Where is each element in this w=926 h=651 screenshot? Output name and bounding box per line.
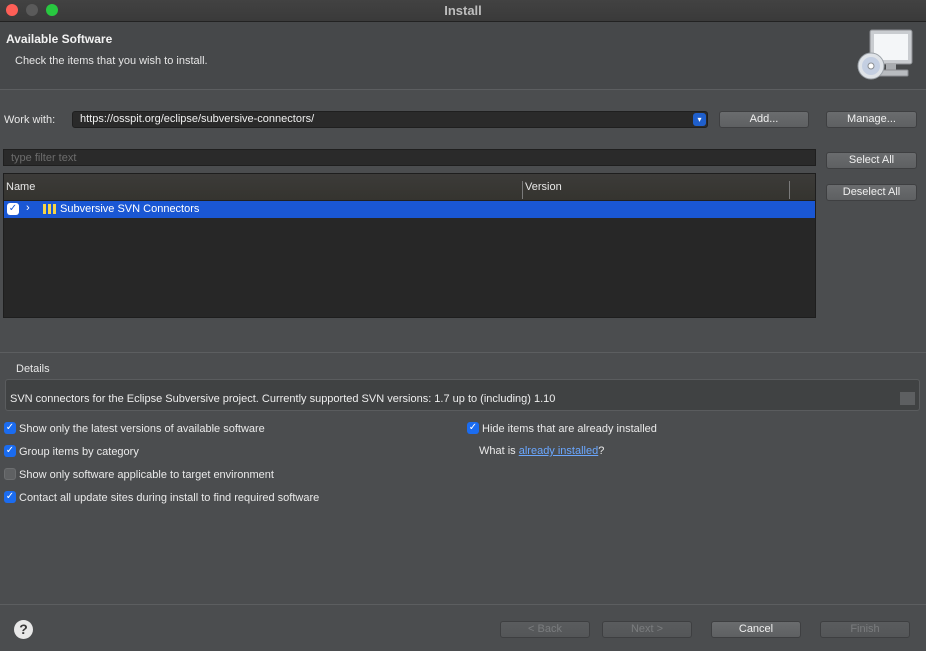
hide-installed-label: Hide items that are already installed xyxy=(482,423,657,435)
category-icon xyxy=(43,204,56,214)
footer-divider xyxy=(0,604,926,605)
latest-versions-label: Show only the latest versions of availab… xyxy=(19,423,265,435)
details-scrollbar[interactable] xyxy=(900,392,915,405)
software-table[interactable]: Name Version ✓ › Subversive SVN Connecto… xyxy=(3,173,816,318)
work-with-label: Work with: xyxy=(4,114,56,126)
column-header-name[interactable]: Name xyxy=(6,181,35,193)
section-divider xyxy=(0,352,926,353)
title-bar: Install xyxy=(0,0,926,22)
what-is-suffix: ? xyxy=(598,445,605,457)
back-button[interactable]: < Back xyxy=(500,621,590,638)
finish-button[interactable]: Finish xyxy=(820,621,910,638)
details-label: Details xyxy=(16,363,50,375)
page-title: Available Software xyxy=(6,32,113,46)
window-title: Install xyxy=(444,3,482,18)
filter-input[interactable] xyxy=(3,149,816,166)
row-checkbox[interactable]: ✓ xyxy=(7,203,19,215)
table-row[interactable]: ✓ › Subversive SVN Connectors xyxy=(4,201,815,218)
page-subtitle: Check the items that you wish to install… xyxy=(15,55,208,67)
what-is-installed-text: What is already installed? xyxy=(479,445,604,457)
column-header-version[interactable]: Version xyxy=(525,181,562,193)
add-button[interactable]: Add... xyxy=(719,111,809,128)
details-text: SVN connectors for the Eclipse Subversiv… xyxy=(10,393,556,405)
what-is-prefix: What is xyxy=(479,445,519,457)
column-separator[interactable] xyxy=(789,181,790,199)
chevron-right-icon[interactable]: › xyxy=(26,202,30,214)
next-button[interactable]: Next > xyxy=(602,621,692,638)
cancel-button[interactable]: Cancel xyxy=(711,621,801,638)
contact-sites-label: Contact all update sites during install … xyxy=(19,492,320,504)
select-all-button[interactable]: Select All xyxy=(826,152,917,169)
hide-installed-checkbox[interactable]: ✓ xyxy=(467,422,479,434)
target-env-label: Show only software applicable to target … xyxy=(19,469,274,481)
table-header: Name Version xyxy=(4,174,815,201)
work-with-value: https://osspit.org/eclipse/subversive-co… xyxy=(80,113,315,125)
wizard-banner: Available Software Check the items that … xyxy=(0,22,926,90)
target-env-checkbox[interactable] xyxy=(4,468,16,480)
contact-sites-checkbox[interactable]: ✓ xyxy=(4,491,16,503)
install-cd-monitor-icon xyxy=(857,29,913,80)
work-with-combo[interactable]: https://osspit.org/eclipse/subversive-co… xyxy=(72,111,708,128)
deselect-all-button[interactable]: Deselect All xyxy=(826,184,917,201)
details-panel: SVN connectors for the Eclipse Subversiv… xyxy=(5,379,920,411)
chevron-down-icon[interactable]: ▾ xyxy=(693,113,706,126)
group-by-category-checkbox[interactable]: ✓ xyxy=(4,445,16,457)
column-separator[interactable] xyxy=(522,181,523,199)
latest-versions-checkbox[interactable]: ✓ xyxy=(4,422,16,434)
help-icon[interactable]: ? xyxy=(14,620,33,639)
row-name: Subversive SVN Connectors xyxy=(60,203,200,215)
group-by-category-label: Group items by category xyxy=(19,446,139,458)
already-installed-link[interactable]: already installed xyxy=(519,445,599,457)
manage-button[interactable]: Manage... xyxy=(826,111,917,128)
